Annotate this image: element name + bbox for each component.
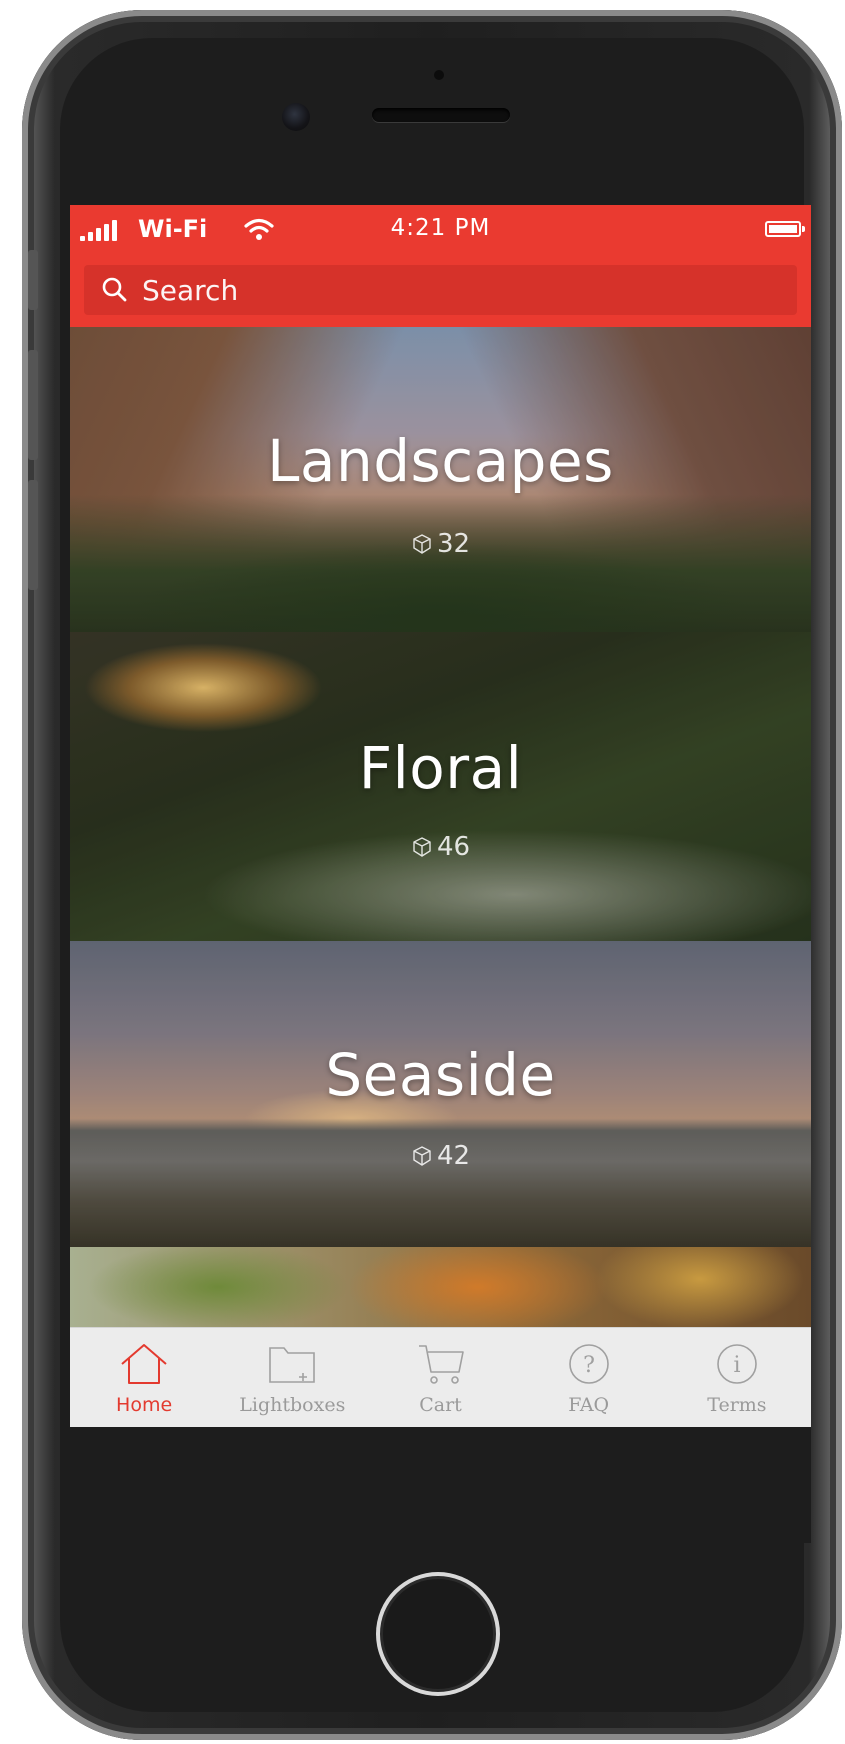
home-icon <box>121 1344 167 1384</box>
app-header: Wi-Fi 4:21 PM Search <box>70 205 811 327</box>
info-icon: i <box>717 1344 757 1384</box>
search-icon <box>102 277 127 302</box>
tab-bar: Home Lightboxes Cart ? FAQ i Terms <box>70 1327 811 1428</box>
category-count: 42 <box>70 1141 811 1171</box>
tab-terms[interactable]: i Terms <box>663 1328 811 1428</box>
battery-icon <box>765 221 805 237</box>
front-camera <box>282 103 310 131</box>
home-button[interactable] <box>376 1572 500 1696</box>
status-bar: Wi-Fi 4:21 PM <box>70 205 811 257</box>
screen-bottom-bezel <box>70 1427 811 1543</box>
tab-label: Cart <box>419 1394 462 1416</box>
category-landscapes[interactable]: Landscapes 32 <box>70 327 811 632</box>
tab-home[interactable]: Home <box>70 1328 218 1428</box>
category-count: 46 <box>70 832 811 862</box>
category-title: Seaside <box>325 1041 556 1109</box>
mute-switch <box>28 250 38 310</box>
cube-icon <box>413 1146 431 1166</box>
earpiece-speaker <box>372 108 510 122</box>
cube-icon <box>413 837 431 857</box>
category-seaside[interactable]: Seaside 42 <box>70 941 811 1247</box>
tab-label: Home <box>116 1394 173 1416</box>
cart-icon <box>418 1345 464 1384</box>
tab-label: Lightboxes <box>239 1394 346 1416</box>
tab-lightboxes[interactable]: Lightboxes <box>218 1328 366 1428</box>
tab-cart[interactable]: Cart <box>366 1328 514 1428</box>
app-screen: Wi-Fi 4:21 PM Search Landscapes 32 Flora… <box>70 205 811 1543</box>
svg-text:i: i <box>733 1353 740 1378</box>
svg-text:?: ? <box>583 1353 595 1378</box>
volume-up-button <box>28 350 38 460</box>
cube-icon <box>413 534 431 554</box>
category-title: Floral <box>358 734 523 802</box>
tab-label: Terms <box>707 1394 767 1416</box>
status-time: 4:21 PM <box>390 215 491 241</box>
proximity-sensor <box>434 70 444 80</box>
category-count: 32 <box>70 529 811 559</box>
search-placeholder: Search <box>142 273 239 307</box>
tab-label: FAQ <box>568 1394 610 1416</box>
folder-add-icon <box>269 1347 316 1383</box>
volume-down-button <box>28 480 38 590</box>
tab-faq[interactable]: ? FAQ <box>515 1328 663 1428</box>
category-partial[interactable] <box>70 1247 811 1327</box>
question-icon: ? <box>568 1344 609 1384</box>
category-title: Landscapes <box>267 427 614 495</box>
search-bar[interactable]: Search <box>84 265 797 315</box>
category-floral[interactable]: Floral 46 <box>70 632 811 941</box>
